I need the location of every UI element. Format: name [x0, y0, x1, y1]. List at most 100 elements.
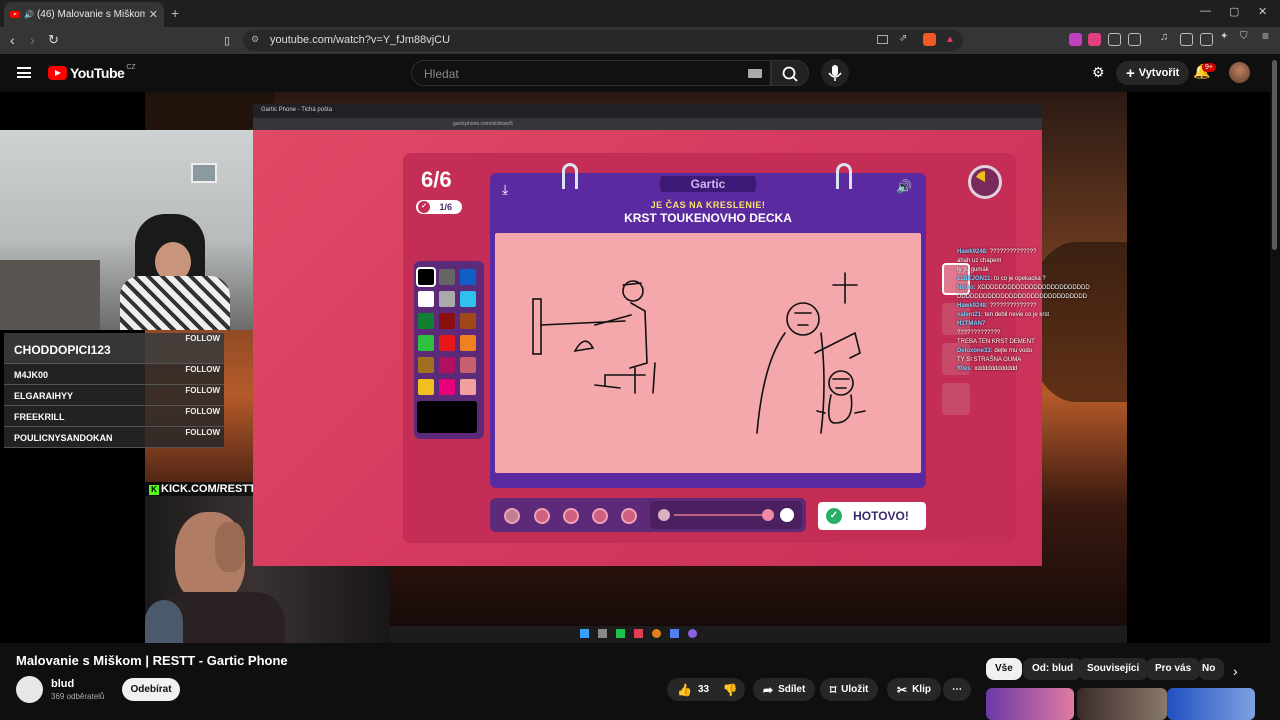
thumbnail-item[interactable]: [942, 383, 970, 415]
search-button[interactable]: [771, 60, 809, 86]
back-icon[interactable]: ‹: [10, 32, 15, 48]
sidebar-icon[interactable]: [1180, 33, 1193, 46]
chat-text: to co je opekacka ?: [994, 276, 1046, 282]
chat-username: Hawk9248:: [957, 249, 990, 255]
brush-size-option[interactable]: [563, 508, 579, 524]
forward-icon[interactable]: ›: [30, 32, 35, 48]
extension-icon[interactable]: [1088, 33, 1101, 46]
new-tab-button[interactable]: +: [171, 5, 179, 21]
chevron-right-icon[interactable]: ›: [1233, 663, 1238, 679]
color-swatch[interactable]: [418, 291, 434, 307]
follower-name: ELGARAIHYY: [14, 391, 74, 401]
subscribe-button[interactable]: Odebírat: [122, 678, 180, 701]
keyboard-icon[interactable]: [748, 69, 762, 78]
menu-icon[interactable]: ≡: [1262, 29, 1275, 43]
music-icon[interactable]: ♫: [1160, 31, 1173, 44]
search-input[interactable]: Hledat: [411, 60, 771, 86]
brush-size-option[interactable]: [592, 508, 608, 524]
maximize-button[interactable]: ▢: [1229, 5, 1239, 18]
recommended-thumbnail[interactable]: [1167, 688, 1255, 720]
filter-chip-related[interactable]: Souvisejíci: [1078, 658, 1149, 680]
volume-icon[interactable]: 🔊: [896, 179, 912, 195]
like-button[interactable]: 👍 33: [667, 678, 715, 701]
save-button[interactable]: ⌑ Uložit: [820, 678, 879, 701]
ai-icon[interactable]: ✦: [1220, 31, 1233, 44]
download-icon[interactable]: ⤓: [502, 181, 508, 198]
color-swatch[interactable]: [439, 313, 455, 329]
channel-avatar[interactable]: [16, 676, 43, 703]
color-swatch[interactable]: [418, 379, 434, 395]
brave-shield-icon[interactable]: [923, 33, 936, 46]
share-button[interactable]: ➦ Sdílet: [753, 678, 816, 701]
color-swatch[interactable]: [439, 291, 455, 307]
recommended-thumbnail[interactable]: [1077, 688, 1167, 720]
color-swatch[interactable]: [460, 291, 476, 307]
taskbar-app-icon: [634, 629, 643, 638]
scrollbar-thumb[interactable]: [1272, 60, 1277, 250]
color-swatch[interactable]: [460, 313, 476, 329]
color-swatch[interactable]: [418, 357, 434, 373]
minimize-button[interactable]: —: [1200, 5, 1211, 17]
brush-size-option[interactable]: [621, 508, 637, 524]
voice-search-button[interactable]: [821, 59, 849, 87]
vpn-icon[interactable]: ⛉: [1240, 31, 1253, 44]
video-player[interactable]: CHODDOPICI123 FOLLOW M4JK00 FOLLOW ELGAR…: [0, 92, 1270, 643]
rewards-icon[interactable]: ▲: [945, 34, 955, 45]
speaker-icon: 🔊: [24, 10, 34, 19]
cast-settings-icon[interactable]: ⚙: [1092, 64, 1105, 81]
color-swatch[interactable]: [460, 379, 476, 395]
account-avatar[interactable]: [1229, 62, 1250, 83]
recommended-thumbnail[interactable]: [986, 688, 1074, 720]
tab-close-icon[interactable]: ✕: [149, 8, 158, 21]
dislike-button[interactable]: 👎: [715, 678, 745, 701]
timer-clock-icon: [976, 171, 985, 182]
chat-text: ahah uz chapem: [957, 258, 1002, 264]
brush-size-option[interactable]: [504, 508, 520, 524]
follower-row: M4JK00 FOLLOW: [4, 364, 224, 385]
extension-icon[interactable]: [1128, 33, 1141, 46]
color-swatch[interactable]: [460, 335, 476, 351]
drawing-instruction: JE ČAS NA KRESLENIE!: [650, 200, 766, 210]
youtube-logo[interactable]: YouTube CZ: [48, 64, 136, 81]
stream-chat: Hawk9248: ?????????????? ahah uz chapem ty…: [957, 248, 1091, 374]
wallet-icon[interactable]: [1200, 33, 1213, 46]
color-swatch[interactable]: [439, 357, 455, 373]
notifications-badge: 9+: [1202, 63, 1216, 72]
color-swatch[interactable]: [416, 267, 436, 287]
brush-size-option[interactable]: [534, 508, 550, 524]
color-swatch[interactable]: [460, 357, 476, 373]
color-swatch[interactable]: [418, 335, 434, 351]
extensions-puzzle-icon[interactable]: [1108, 33, 1121, 46]
channel-name[interactable]: blud: [51, 678, 74, 690]
opacity-slider[interactable]: [650, 501, 802, 529]
clip-button[interactable]: ✂ Klip: [887, 678, 941, 701]
hamburger-menu-icon[interactable]: [17, 67, 31, 78]
color-swatch[interactable]: [439, 379, 455, 395]
color-swatch[interactable]: [418, 313, 434, 329]
taskbar-app-icon: [616, 629, 625, 638]
more-actions-button[interactable]: ⋯: [943, 678, 971, 701]
create-button[interactable]: + Vytvořit: [1116, 61, 1190, 85]
close-window-button[interactable]: ✕: [1258, 5, 1267, 18]
bookmark-icon[interactable]: ▯: [224, 34, 230, 47]
url-field[interactable]: ⚙ youtube.com/watch?v=Y_fJm88vjCU ⇗ ▲: [243, 30, 963, 51]
site-info-icon[interactable]: ⚙: [251, 34, 259, 45]
browser-tab[interactable]: 🔊 (46) Malovanie s Miškom | RES ✕: [4, 2, 164, 27]
color-swatch[interactable]: [439, 335, 455, 351]
cast-icon[interactable]: [877, 35, 888, 44]
drawing-canvas[interactable]: [495, 233, 921, 473]
share-icon[interactable]: ⇗: [899, 33, 907, 44]
color-swatch[interactable]: [439, 269, 455, 285]
extension-icon[interactable]: [1069, 33, 1082, 46]
page-scrollbar[interactable]: [1270, 54, 1280, 720]
filter-chip-for-you[interactable]: Pro vás: [1146, 658, 1201, 680]
done-button[interactable]: HOTOVO!: [818, 502, 926, 530]
filter-chip-more[interactable]: No: [1198, 658, 1224, 680]
color-swatch[interactable]: [460, 269, 476, 285]
filter-chip-all[interactable]: Vše: [986, 658, 1022, 680]
follow-label: FOLLOW: [185, 386, 220, 395]
youtube-favicon-icon: [10, 11, 20, 18]
slider-handle[interactable]: [762, 509, 774, 521]
filter-chip-from-channel[interactable]: Od: blud: [1023, 658, 1083, 680]
reload-icon[interactable]: ↻: [48, 32, 59, 48]
